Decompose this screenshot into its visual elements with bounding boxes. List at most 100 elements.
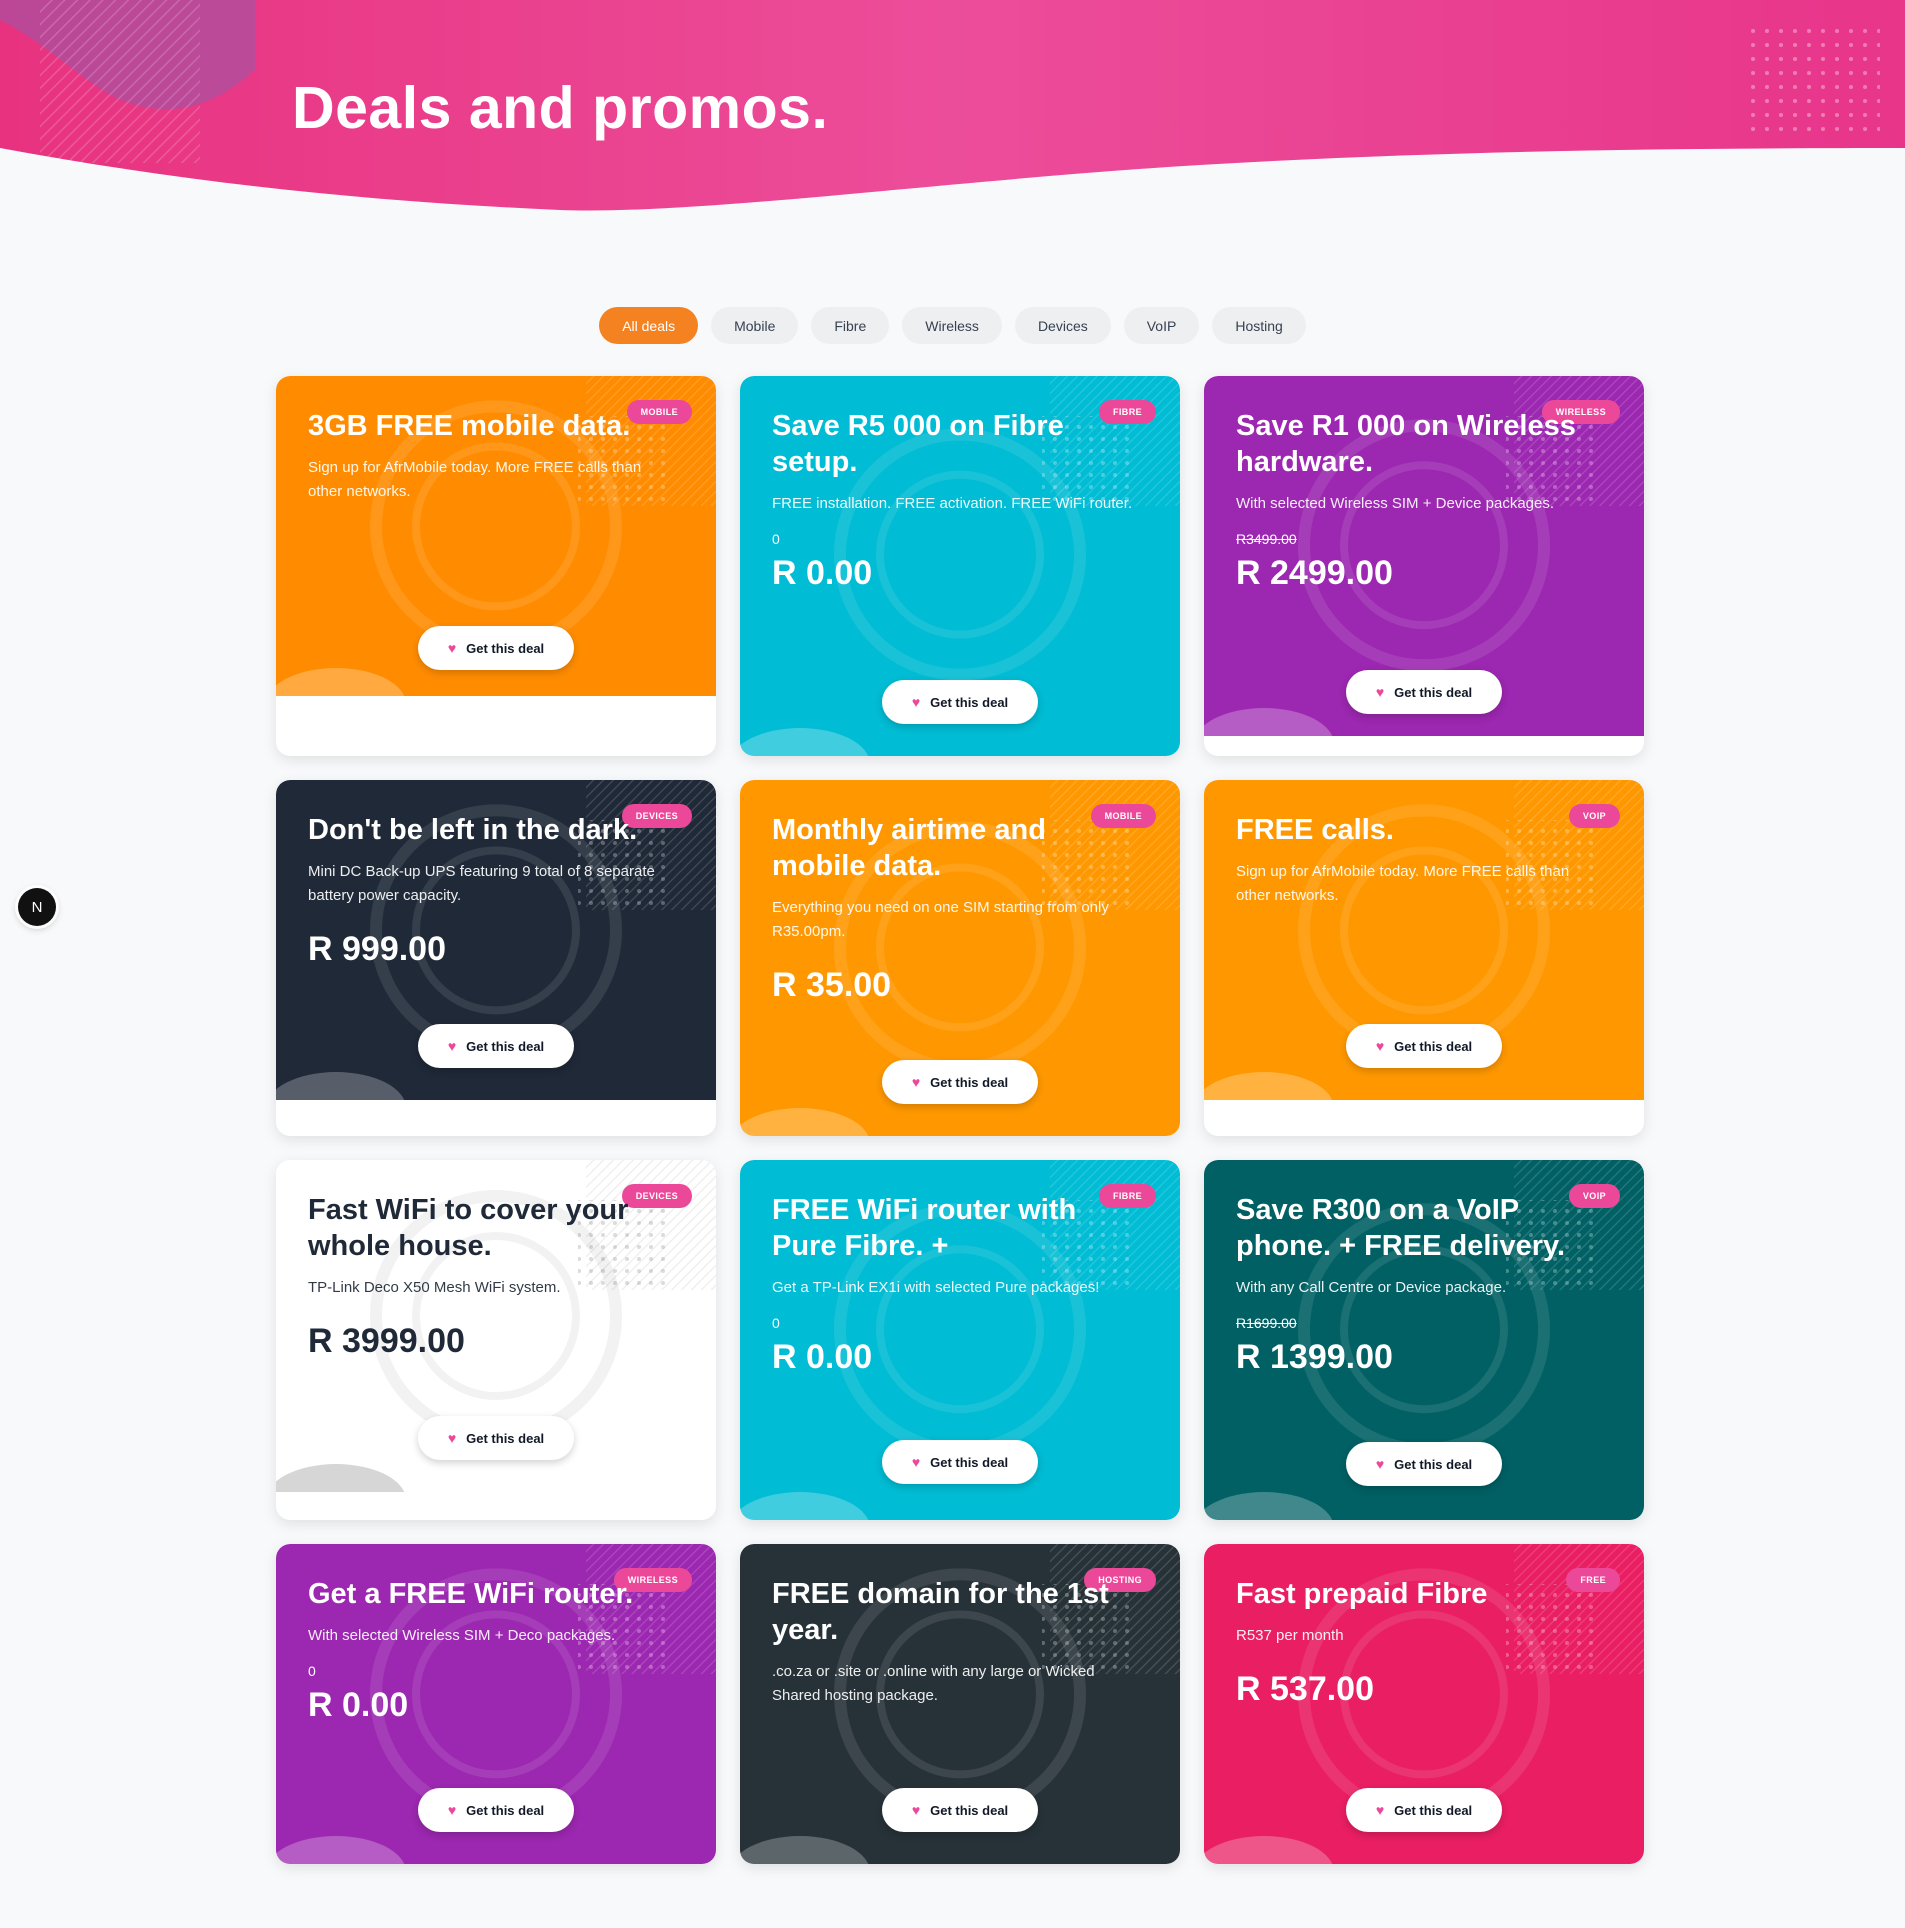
- get-deal-button[interactable]: ♥ Get this deal: [1346, 670, 1502, 714]
- get-deal-label: Get this deal: [466, 1802, 545, 1818]
- side-floating-button[interactable]: N: [18, 888, 56, 926]
- get-deal-button[interactable]: ♥ Get this deal: [882, 1060, 1038, 1104]
- get-deal-label: Get this deal: [466, 1430, 545, 1446]
- deal-content: FREE domain for the 1st year. .co.za or .…: [740, 1544, 1180, 1708]
- get-deal-label: Get this deal: [1394, 1802, 1473, 1818]
- get-deal-button[interactable]: ♥ Get this deal: [1346, 1442, 1502, 1486]
- get-deal-button[interactable]: ♥ Get this deal: [1346, 1024, 1502, 1068]
- deal-card[interactable]: MOBILE 3GB FREE mobile data. Sign up for A…: [276, 376, 716, 756]
- deal-card-body: FIBRE FREE WiFi router with Pure Fibre. +…: [740, 1160, 1180, 1520]
- deal-description: With selected Wireless SIM + Device pack…: [1236, 495, 1555, 512]
- heart-icon: ♥: [911, 1802, 921, 1818]
- deal-price: R 999.00: [308, 930, 446, 968]
- filter-tab-voip[interactable]: VoIP: [1123, 307, 1200, 344]
- deal-description: Sign up for AfrMobile today. More FREE c…: [1236, 863, 1570, 904]
- deal-content: Fast WiFi to cover your whole house. TP-L…: [276, 1160, 716, 1362]
- get-deal-button[interactable]: ♥ Get this deal: [882, 680, 1038, 724]
- deal-old-price: R1699.00: [1236, 1315, 1297, 1331]
- filter-tab-devices[interactable]: Devices: [1014, 307, 1111, 344]
- heart-icon: ♥: [1375, 1038, 1385, 1054]
- get-deal-button[interactable]: ♥ Get this deal: [418, 626, 574, 670]
- filter-tab-mobile[interactable]: Mobile: [711, 307, 799, 344]
- deal-card[interactable]: DEVICES Don't be left in the dark. Mini DC…: [276, 780, 716, 1136]
- deal-content: Monthly airtime and mobile data. Everythi…: [740, 780, 1180, 1006]
- deal-card[interactable]: DEVICES Fast WiFi to cover your whole hou…: [276, 1160, 716, 1520]
- hero-wave-background: [0, 0, 1905, 211]
- deal-content: Fast prepaid Fibre R537 per month R 537.00: [1204, 1544, 1644, 1710]
- heart-icon: ♥: [1375, 1456, 1385, 1472]
- get-deal-label: Get this deal: [930, 1074, 1009, 1090]
- deal-content: 3GB FREE mobile data. Sign up for AfrMobi…: [276, 376, 716, 504]
- heart-icon: ♥: [447, 1038, 457, 1054]
- deal-description: TP-Link Deco X50 Mesh WiFi system.: [308, 1279, 561, 1296]
- deal-title: Save R1 000 on Wireless hardware.: [1236, 410, 1576, 478]
- heart-icon: ♥: [447, 1802, 457, 1818]
- deal-content: FREE WiFi router with Pure Fibre. + Get a…: [740, 1160, 1180, 1378]
- get-deal-button[interactable]: ♥ Get this deal: [418, 1416, 574, 1460]
- deal-title: 3GB FREE mobile data.: [308, 410, 631, 442]
- deal-description: With any Call Centre or Device package.: [1236, 1279, 1507, 1296]
- get-deal-label: Get this deal: [466, 1038, 545, 1054]
- deal-content: Get a FREE WiFi router. With selected Wir…: [276, 1544, 716, 1726]
- deal-description: Get a TP-Link EX1i with selected Pure pa…: [772, 1279, 1100, 1296]
- deal-card[interactable]: VOIP Save R300 on a VoIP phone. + FREE de…: [1204, 1160, 1644, 1520]
- deal-price: R 2499.00: [1236, 554, 1393, 592]
- page-title: Deals and promos.: [292, 75, 829, 141]
- get-deal-label: Get this deal: [1394, 1038, 1473, 1054]
- heart-icon: ♥: [911, 1074, 921, 1090]
- deal-description: Mini DC Back-up UPS featuring 9 total of…: [308, 863, 655, 904]
- deal-card[interactable]: FIBRE Save R5 000 on Fibre setup. FREE ins…: [740, 376, 1180, 756]
- get-deal-button[interactable]: ♥ Get this deal: [882, 1440, 1038, 1484]
- deal-card-body: DEVICES Don't be left in the dark. Mini DC…: [276, 780, 716, 1100]
- deal-description: R537 per month: [1236, 1627, 1344, 1644]
- get-deal-button[interactable]: ♥ Get this deal: [1346, 1788, 1502, 1832]
- deal-card-body: WIRELESS Save R1 000 on Wireless hardware…: [1204, 376, 1644, 736]
- deal-description: Sign up for AfrMobile today. More FREE c…: [308, 459, 642, 500]
- get-deal-label: Get this deal: [1394, 684, 1473, 700]
- deal-card[interactable]: FREE Fast prepaid Fibre R537 per month R 53…: [1204, 1544, 1644, 1864]
- get-deal-button[interactable]: ♥ Get this deal: [418, 1024, 574, 1068]
- deal-title: Don't be left in the dark.: [308, 814, 638, 846]
- deal-card[interactable]: VOIP FREE calls. Sign up for AfrMobile tod…: [1204, 780, 1644, 1136]
- deal-title: Save R300 on a VoIP phone. + FREE delive…: [1236, 1194, 1566, 1262]
- filter-tab-fibre[interactable]: Fibre: [811, 307, 890, 344]
- filter-tab-wireless[interactable]: Wireless: [902, 307, 1002, 344]
- deal-price: R 0.00: [772, 1338, 873, 1376]
- filter-tab-hosting[interactable]: Hosting: [1212, 307, 1306, 344]
- hero-banner: Deals and promos.: [0, 0, 1905, 215]
- heart-icon: ♥: [911, 1454, 921, 1470]
- heart-icon: ♥: [911, 694, 921, 710]
- deal-price: R 0.00: [772, 554, 873, 592]
- deal-description: With selected Wireless SIM + Deco packag…: [308, 1627, 616, 1644]
- deal-card-body: VOIP Save R300 on a VoIP phone. + FREE de…: [1204, 1160, 1644, 1520]
- deal-title: Fast WiFi to cover your whole house.: [308, 1194, 629, 1262]
- deal-title: Monthly airtime and mobile data.: [772, 814, 1046, 882]
- get-deal-button[interactable]: ♥ Get this deal: [418, 1788, 574, 1832]
- deal-price: R 1399.00: [1236, 1338, 1393, 1376]
- deal-price: R 0.00: [308, 1686, 409, 1724]
- deal-card[interactable]: MOBILE Monthly airtime and mobile data. Ev…: [740, 780, 1180, 1136]
- get-deal-label: Get this deal: [466, 640, 545, 656]
- heart-icon: ♥: [1375, 684, 1385, 700]
- deal-card[interactable]: HOSTING FREE domain for the 1st year. .co.…: [740, 1544, 1180, 1864]
- deal-content: Save R5 000 on Fibre setup. FREE installa…: [740, 376, 1180, 594]
- deal-card[interactable]: FIBRE FREE WiFi router with Pure Fibre. +…: [740, 1160, 1180, 1520]
- deal-old-price: R3499.00: [1236, 531, 1297, 547]
- deal-card-body: HOSTING FREE domain for the 1st year. .co.…: [740, 1544, 1180, 1864]
- deal-card[interactable]: WIRELESS Save R1 000 on Wireless hardware…: [1204, 376, 1644, 756]
- heart-icon: ♥: [447, 1430, 457, 1446]
- get-deal-button[interactable]: ♥ Get this deal: [882, 1788, 1038, 1832]
- deal-title: FREE calls.: [1236, 814, 1394, 846]
- deal-card-body: FREE Fast prepaid Fibre R537 per month R 53…: [1204, 1544, 1644, 1864]
- deal-title: FREE WiFi router with Pure Fibre. +: [772, 1194, 1077, 1262]
- deal-description: Everything you need on one SIM starting …: [772, 899, 1109, 940]
- deal-card[interactable]: WIRELESS Get a FREE WiFi router. With sele…: [276, 1544, 716, 1864]
- side-button-label: N: [31, 898, 43, 916]
- heart-icon: ♥: [447, 640, 457, 656]
- deal-extra-value: 0: [772, 1315, 780, 1331]
- deal-content: Don't be left in the dark. Mini DC Back-u…: [276, 780, 716, 970]
- deal-card-body: MOBILE Monthly airtime and mobile data. Ev…: [740, 780, 1180, 1136]
- filter-tab-all-deals[interactable]: All deals: [599, 307, 699, 344]
- deal-price: R 3999.00: [308, 1322, 465, 1360]
- deal-price: R 537.00: [1236, 1670, 1374, 1708]
